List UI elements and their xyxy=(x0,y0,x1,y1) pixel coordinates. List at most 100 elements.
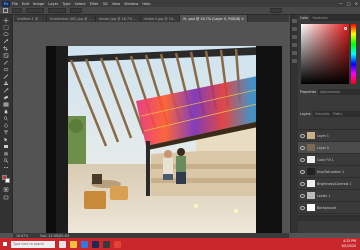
layer-row[interactable]: Color Fill 1 xyxy=(298,154,360,166)
tab-color[interactable]: Color xyxy=(298,15,311,21)
chrome-taskbar-icon[interactable] xyxy=(114,240,121,248)
history-brush-tool-icon[interactable] xyxy=(3,88,9,93)
blur-tool-icon[interactable] xyxy=(3,109,9,114)
tab-channels[interactable]: Channels xyxy=(313,111,332,117)
crop-tool-icon[interactable] xyxy=(3,46,9,51)
edge-browser-icon[interactable] xyxy=(81,240,88,248)
menu-3d[interactable]: 3D xyxy=(101,2,110,6)
visibility-eye-icon[interactable] xyxy=(300,169,305,174)
rectangle-tool-icon[interactable] xyxy=(3,144,9,149)
history-panel-icon[interactable] xyxy=(292,19,297,23)
windows-start-button[interactable] xyxy=(0,238,9,250)
document-tab-3[interactable]: render.jpg @ 16.7% ... xyxy=(96,15,141,22)
photoshop-logo: Ps xyxy=(2,0,10,7)
pen-tool-icon[interactable] xyxy=(3,123,9,128)
minimize-button[interactable]: — xyxy=(339,1,343,6)
hue-slider[interactable] xyxy=(351,24,356,84)
color-picker-field[interactable] xyxy=(301,24,349,84)
marquee-tool-icon[interactable] xyxy=(3,25,9,30)
visibility-eye-icon[interactable] xyxy=(300,193,305,198)
file-explorer-icon[interactable] xyxy=(70,240,77,248)
visibility-eye-icon[interactable] xyxy=(300,205,305,210)
menu-help[interactable]: Help xyxy=(140,2,152,6)
tab-paths[interactable]: Paths xyxy=(331,111,344,117)
move-tool-icon[interactable] xyxy=(3,18,9,23)
tab-adjustments[interactable]: Adjustments xyxy=(318,89,342,95)
document-tab-bar: Untitled-1 @ ... Screenshot (60).jpg @ .… xyxy=(14,15,289,22)
task-view-icon[interactable] xyxy=(59,240,66,248)
layer-row[interactable]: Levels 1 xyxy=(298,190,360,202)
clone-stamp-tool-icon[interactable] xyxy=(3,81,9,86)
background-color-swatch[interactable] xyxy=(5,178,10,183)
layers-footer-buttons[interactable] xyxy=(298,215,360,221)
visibility-eye-icon[interactable] xyxy=(300,133,305,138)
visibility-eye-icon[interactable] xyxy=(300,181,305,186)
document-canvas[interactable] xyxy=(46,46,282,236)
more-tools-icon[interactable] xyxy=(3,165,9,170)
screen-mode-icon[interactable] xyxy=(3,195,9,200)
menu-edit[interactable]: Edit xyxy=(20,2,31,6)
color-panel-tabs: Color Swatches xyxy=(298,15,360,21)
menu-view[interactable]: View xyxy=(110,2,123,6)
layer-thumbnail xyxy=(307,156,315,163)
paragraph-panel-icon[interactable] xyxy=(292,43,297,47)
menu-window[interactable]: Window xyxy=(122,2,140,6)
menu-file[interactable]: File xyxy=(10,2,20,6)
gradient-tool-icon[interactable] xyxy=(3,102,9,107)
visibility-eye-icon[interactable] xyxy=(300,145,305,150)
tab-swatches[interactable]: Swatches xyxy=(310,15,329,21)
menu-select[interactable]: Select xyxy=(73,2,88,6)
layer-row-selected[interactable]: Layer 0 xyxy=(298,142,360,154)
glyphs-panel-icon[interactable] xyxy=(292,51,297,55)
option-field-2[interactable] xyxy=(48,8,66,13)
character-panel-icon[interactable] xyxy=(292,35,297,39)
layer-name: Color Fill 1 xyxy=(317,157,334,162)
layer-thumbnail xyxy=(307,168,315,175)
layer-row[interactable]: Brightness/Contrast 1 xyxy=(298,178,360,190)
lasso-tool-icon[interactable] xyxy=(3,32,9,37)
layer-name: Brightness/Contrast 1 xyxy=(317,181,351,186)
path-selection-tool-icon[interactable] xyxy=(3,137,9,142)
tab-layers[interactable]: Layers xyxy=(298,111,313,117)
menu-image[interactable]: Image xyxy=(31,2,46,6)
zoom-tool-icon[interactable] xyxy=(3,158,9,163)
hand-tool-icon[interactable] xyxy=(3,151,9,156)
eraser-tool-icon[interactable] xyxy=(3,95,9,100)
layer-row[interactable]: Background xyxy=(298,202,360,214)
brush-settings-icon[interactable] xyxy=(292,27,297,31)
libraries-panel-icon[interactable] xyxy=(292,59,297,63)
document-tab-active[interactable]: lit .psd @ 16.7% (Layer 0, RGB/8) ✕ xyxy=(180,15,249,22)
tool-preset-picker[interactable] xyxy=(12,8,22,13)
menu-layer[interactable]: Layer xyxy=(46,2,60,6)
taskbar-search-input[interactable]: Type here to search xyxy=(11,240,55,248)
brush-tool-icon[interactable] xyxy=(3,74,9,79)
menu-filter[interactable]: Filter xyxy=(88,2,101,6)
tab-properties[interactable]: Properties xyxy=(298,89,319,95)
dodge-tool-icon[interactable] xyxy=(3,116,9,121)
photoshop-taskbar-icon[interactable] xyxy=(92,240,99,248)
layer-row[interactable]: Hue/Saturation 1 xyxy=(298,166,360,178)
option-field-3[interactable] xyxy=(70,8,82,13)
current-tool-icon[interactable] xyxy=(3,8,8,13)
frame-tool-icon[interactable] xyxy=(3,53,9,58)
layer-controls[interactable] xyxy=(298,117,360,130)
healing-brush-tool-icon[interactable] xyxy=(3,67,9,72)
option-field-1[interactable] xyxy=(26,8,44,13)
menu-type[interactable]: Type xyxy=(60,2,72,6)
color-picker-cursor[interactable] xyxy=(344,27,347,30)
search-field[interactable] xyxy=(270,8,282,13)
document-tab-2[interactable]: Screenshot (60).jpg @ ... xyxy=(47,15,96,22)
maximize-button[interactable]: □ xyxy=(347,1,351,6)
zoom-readout[interactable]: 16.67% xyxy=(16,234,28,238)
quick-select-tool-icon[interactable] xyxy=(3,39,9,44)
document-tab-4[interactable]: render2.jpg @ 16... xyxy=(141,15,181,22)
app-taskbar-icon[interactable] xyxy=(103,240,110,248)
visibility-eye-icon[interactable] xyxy=(300,157,305,162)
eyedropper-tool-icon[interactable] xyxy=(3,60,9,65)
document-tab-1[interactable]: Untitled-1 @ ... xyxy=(14,15,47,22)
layer-row[interactable]: Layer 1 xyxy=(298,130,360,142)
type-tool-icon[interactable] xyxy=(3,130,9,135)
close-button[interactable]: ✕ xyxy=(355,1,358,6)
system-clock[interactable]: 4:25 PM 6/1/2020 xyxy=(342,239,356,248)
quick-mask-icon[interactable] xyxy=(3,187,9,192)
